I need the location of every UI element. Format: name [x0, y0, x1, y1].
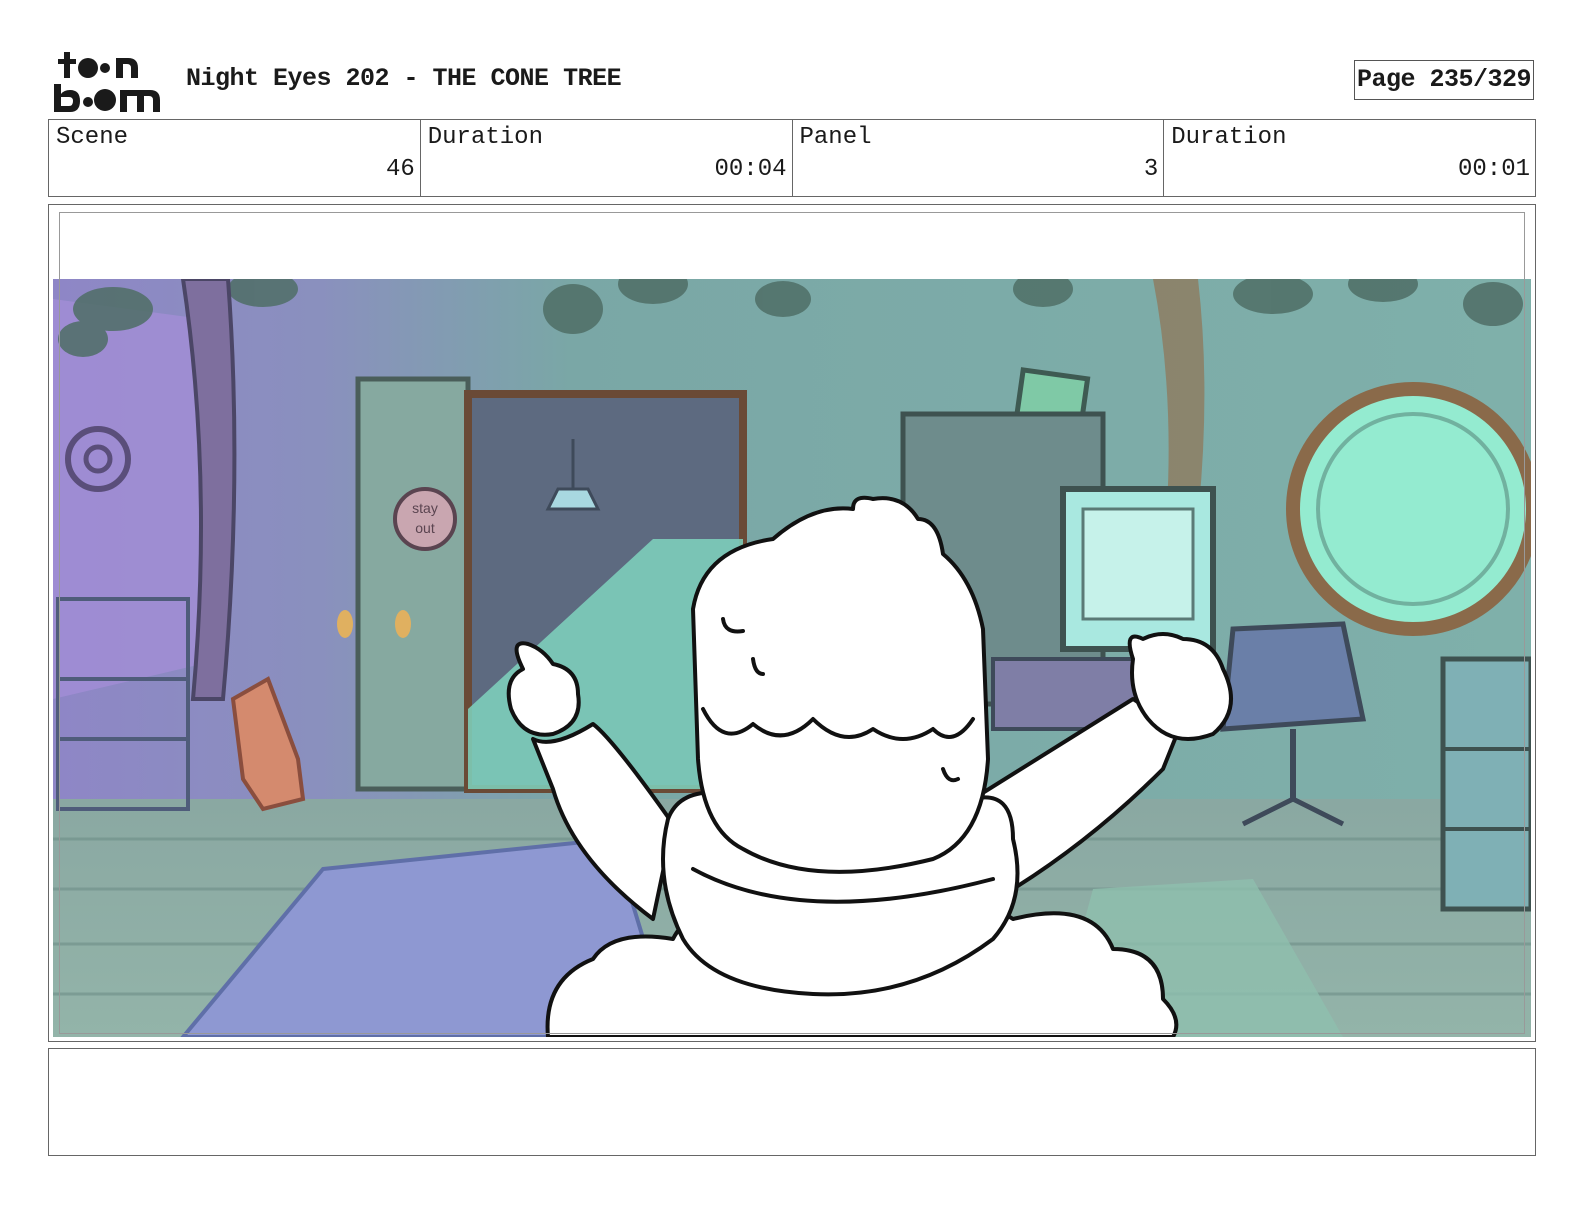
panel-duration-cell: Duration 00:01: [1164, 120, 1535, 196]
scene-duration-label: Duration: [427, 124, 543, 151]
panel-duration-label: Duration: [1171, 124, 1287, 151]
panel-cell: Panel 3: [793, 120, 1165, 196]
panel-label: Panel: [799, 124, 872, 151]
panel-safe-area: [59, 212, 1525, 1034]
scene-label: Scene: [56, 124, 129, 151]
scene-duration-cell: Duration 00:04: [421, 120, 793, 196]
page-number: Page 235/329: [1354, 60, 1534, 100]
scene-duration-value: 00:04: [714, 156, 787, 183]
storyboard-title: Night Eyes 202 - THE CONE TREE: [186, 64, 622, 93]
scene-cell: Scene 46: [49, 120, 421, 196]
action-notes-box: [48, 1048, 1536, 1156]
scene-value: 46: [385, 156, 415, 183]
panel-value: 3: [1143, 156, 1159, 183]
panel-info-bar: Scene 46 Duration 00:04 Panel 3 Duration…: [48, 119, 1536, 197]
toon-boom-logo: [54, 52, 160, 112]
panel-duration-value: 00:01: [1457, 156, 1530, 183]
